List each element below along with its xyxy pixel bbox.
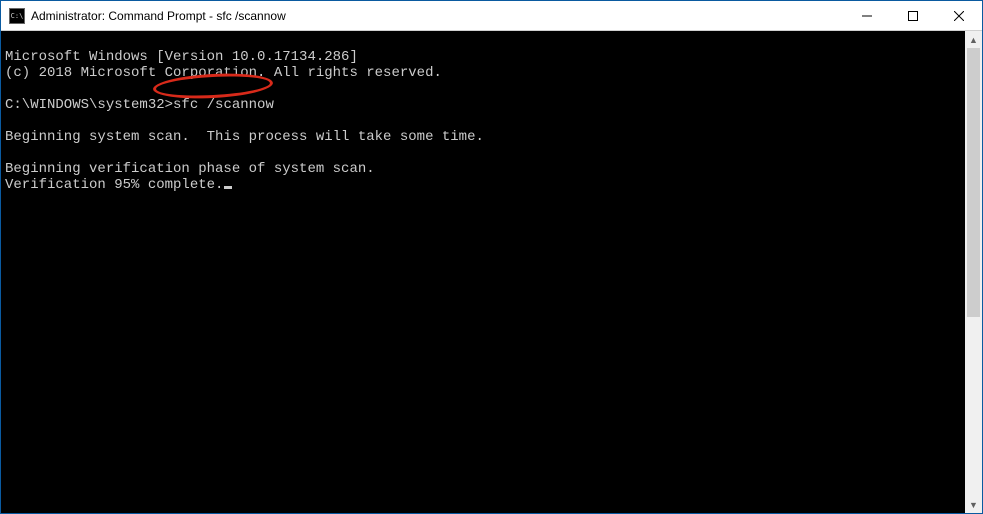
close-icon <box>954 11 964 21</box>
console-line: Beginning system scan. This process will… <box>5 129 484 145</box>
vertical-scrollbar[interactable]: ▲ ▼ <box>965 31 982 513</box>
cmd-icon: C:\ <box>9 8 25 24</box>
chevron-down-icon: ▼ <box>969 500 978 510</box>
minimize-icon <box>862 11 872 21</box>
cmd-icon-text: C:\ <box>11 12 24 20</box>
scroll-track[interactable] <box>965 48 982 496</box>
console-output[interactable]: Microsoft Windows [Version 10.0.17134.28… <box>1 31 965 513</box>
console-line: Beginning verification phase of system s… <box>5 161 375 177</box>
scroll-down-button[interactable]: ▼ <box>965 496 982 513</box>
console-line: Microsoft Windows [Version 10.0.17134.28… <box>5 49 358 65</box>
scroll-up-button[interactable]: ▲ <box>965 31 982 48</box>
window-title: Administrator: Command Prompt - sfc /sca… <box>31 9 286 23</box>
cursor-icon <box>224 186 232 189</box>
chevron-up-icon: ▲ <box>969 35 978 45</box>
console-command: sfc /scannow <box>173 97 274 113</box>
console-line: (c) 2018 Microsoft Corporation. All righ… <box>5 65 442 81</box>
maximize-button[interactable] <box>890 1 936 31</box>
console-prompt: C:\WINDOWS\system32> <box>5 97 173 113</box>
window-controls <box>844 1 982 30</box>
close-button[interactable] <box>936 1 982 31</box>
titlebar[interactable]: C:\ Administrator: Command Prompt - sfc … <box>1 1 982 31</box>
console-line: Verification 95% complete. <box>5 177 223 193</box>
maximize-icon <box>908 11 918 21</box>
minimize-button[interactable] <box>844 1 890 31</box>
console-area: Microsoft Windows [Version 10.0.17134.28… <box>1 31 982 513</box>
scroll-thumb[interactable] <box>967 48 980 317</box>
